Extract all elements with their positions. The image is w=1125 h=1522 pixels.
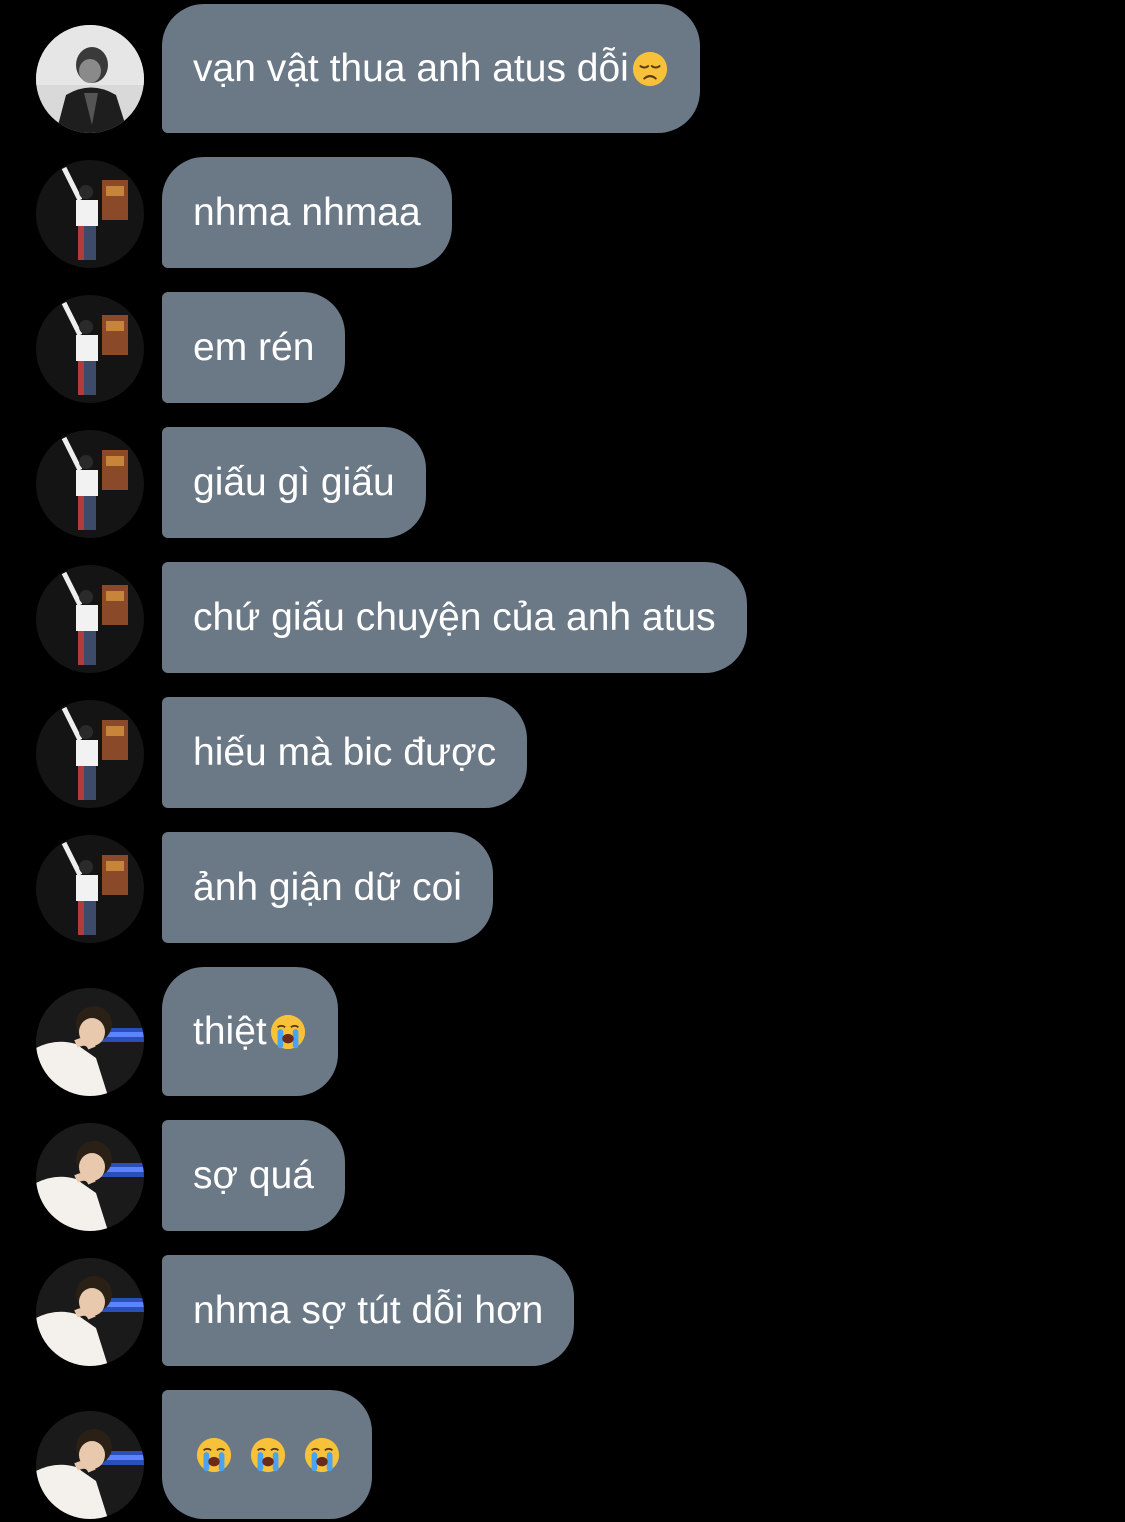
avatar-white-shirt-photo: [36, 1411, 144, 1519]
disappointed-face-icon: [631, 50, 669, 88]
loudly-crying-face-icon: [303, 1436, 341, 1474]
avatar-white-shirt-photo: [36, 988, 144, 1096]
avatar-poster-photo: [36, 835, 144, 943]
avatar[interactable]: [36, 1411, 144, 1519]
avatar-poster-photo: [36, 430, 144, 538]
message-bubble[interactable]: [162, 1390, 372, 1519]
loudly-crying-face-icon: [195, 1436, 233, 1474]
avatar-poster-photo: [36, 700, 144, 808]
avatar[interactable]: [36, 295, 144, 403]
message-text: giấu gì giấu: [193, 460, 395, 504]
message-bubble[interactable]: em rén: [162, 292, 346, 403]
message-bubble[interactable]: nhma sợ tút dỗi hơn: [162, 1255, 575, 1366]
message-text: vạn vật thua anh atus dỗi: [193, 46, 629, 90]
message-bubble[interactable]: thiệt: [162, 967, 338, 1096]
avatar[interactable]: [36, 430, 144, 538]
message-text: hiếu mà bic được: [193, 730, 497, 774]
avatar-white-shirt-photo: [36, 1123, 144, 1231]
message-bubble[interactable]: sợ quá: [162, 1120, 345, 1231]
avatar[interactable]: [36, 700, 144, 808]
message-text: em rén: [193, 325, 315, 369]
avatar-white-shirt-photo: [36, 1258, 144, 1366]
message-text: ảnh giận dữ coi: [193, 865, 462, 909]
message-bubble[interactable]: chứ giấu chuyện của anh atus: [162, 562, 747, 673]
message-bubble[interactable]: giấu gì giấu: [162, 427, 426, 538]
loudly-crying-face-icon: [269, 1013, 307, 1051]
avatar-poster-photo: [36, 160, 144, 268]
avatar-poster-photo: [36, 565, 144, 673]
loudly-crying-face-icon: [249, 1436, 287, 1474]
message-text: nhma sợ tút dỗi hơn: [193, 1288, 544, 1332]
avatar[interactable]: [36, 160, 144, 268]
avatar[interactable]: [36, 835, 144, 943]
avatar[interactable]: [36, 988, 144, 1096]
avatar[interactable]: [36, 25, 144, 133]
avatar[interactable]: [36, 565, 144, 673]
avatar-bw-photo: [36, 25, 144, 133]
message-text: thiệt: [193, 1009, 267, 1053]
chat-thread: vạn vật thua anh atus dỗi nhma nhmaa em …: [0, 0, 1125, 1522]
message-bubble[interactable]: vạn vật thua anh atus dỗi: [162, 4, 700, 133]
message-text: nhma nhmaa: [193, 190, 421, 234]
avatar[interactable]: [36, 1258, 144, 1366]
avatar[interactable]: [36, 1123, 144, 1231]
message-bubble[interactable]: hiếu mà bic được: [162, 697, 528, 808]
message-text: chứ giấu chuyện của anh atus: [193, 595, 716, 639]
message-bubble[interactable]: ảnh giận dữ coi: [162, 832, 493, 943]
message-text: sợ quá: [193, 1153, 314, 1197]
message-bubble[interactable]: nhma nhmaa: [162, 157, 452, 268]
avatar-poster-photo: [36, 295, 144, 403]
